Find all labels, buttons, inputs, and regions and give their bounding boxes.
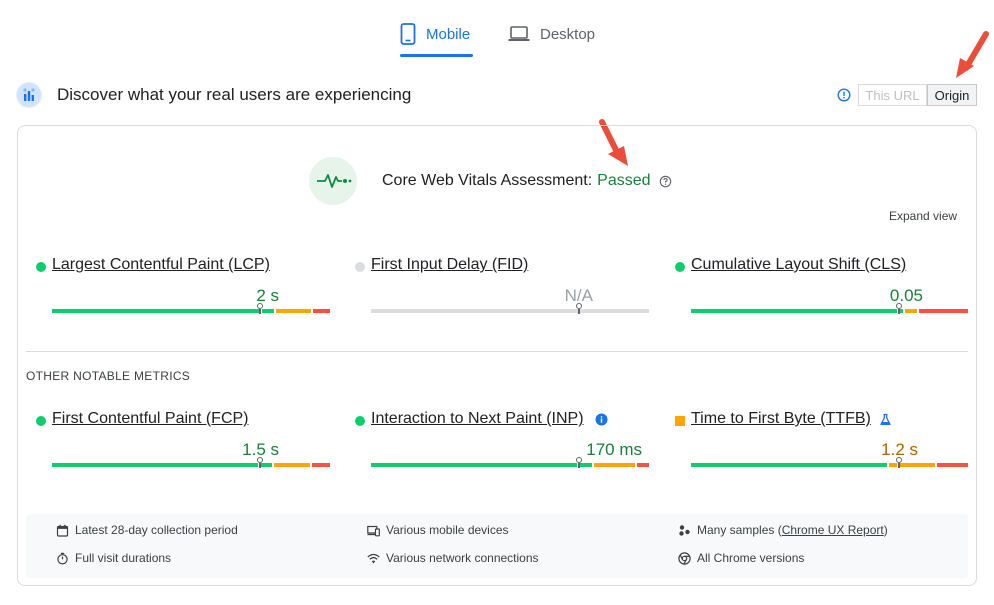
metric-fid: First Input Delay (FID) N/A [355,256,655,326]
metric-name[interactable]: Cumulative Layout Shift (CLS) [691,256,906,274]
devices-info: Various mobile devices [367,523,509,537]
distribution-bar [371,457,649,468]
laptop-icon [508,26,530,41]
distribution-bar [691,303,968,314]
wifi-icon [367,553,380,563]
status-square [675,416,685,426]
distribution-bar [52,303,330,314]
annotation-arrow-icon [956,31,989,78]
chrome-ux-report-link[interactable]: Chrome UX Report [782,523,884,537]
section-title: Discover what your real users are experi… [57,85,412,104]
distribution-bar [691,457,968,468]
samples-dots-icon [679,524,690,536]
tab-active-indicator [400,54,473,57]
metric-name[interactable]: Time to First Byte (TTFB) [691,410,871,428]
status-dot [675,262,685,272]
divider [26,351,968,352]
stopwatch-icon [57,552,68,565]
scope-this-url-button[interactable]: This URL [858,84,927,106]
chrome-icon [678,551,691,565]
metric-inp: Interaction to Next Paint (INP) 170 ms [355,410,655,480]
metric-name[interactable]: Largest Contentful Paint (LCP) [52,256,270,274]
assessment-label: Core Web Vitals Assessment: [382,172,593,189]
devices-icon [367,525,380,536]
lab-flask-icon [880,413,891,425]
tab-mobile[interactable]: Mobile [400,14,470,54]
metric-name[interactable]: First Contentful Paint (FCP) [52,410,249,428]
metric-name[interactable]: Interaction to Next Paint (INP) [371,410,584,428]
metric-lcp: Largest Contentful Paint (LCP) 2 s [36,256,336,326]
metric-value: 0.05 [889,286,923,305]
status-dot [36,416,46,426]
metric-value: 170 ms [586,440,642,459]
status-dot [36,262,46,272]
expand-view-button[interactable]: Expand view [889,209,957,223]
network-info: Various network connections [367,551,539,565]
help-icon[interactable] [659,175,672,188]
tab-desktop[interactable]: Desktop [508,14,595,54]
tab-mobile-label: Mobile [426,25,471,43]
visit-durations: Full visit durations [56,551,171,565]
status-dot [355,416,365,426]
collection-period: Latest 28-day collection period [56,523,238,537]
other-metrics-heading: OTHER NOTABLE METRICS [26,369,191,383]
status-dot [355,262,365,272]
distribution-bar [52,457,330,468]
users-chart-icon [16,82,42,108]
metric-cls: Cumulative Layout Shift (CLS) 0.05 [675,256,975,326]
vitals-pulse-icon [309,157,357,205]
assessment-status: Core Web Vitals Assessment: Passed [382,172,672,190]
chrome-versions-info: All Chrome versions [678,551,804,565]
assessment-result: Passed [597,172,651,189]
phone-icon [400,23,416,45]
samples-info: Many samples (Chrome UX Report) [678,523,888,537]
metric-name[interactable]: First Input Delay (FID) [371,256,528,274]
scope-origin-button[interactable]: Origin [927,84,977,106]
info-icon[interactable] [595,413,608,426]
tab-desktop-label: Desktop [540,25,596,43]
metric-fcp: First Contentful Paint (FCP) 1.5 s [36,410,336,480]
distribution-bar [371,303,649,314]
metric-ttfb: Time to First Byte (TTFB) 1.2 s [675,410,975,480]
info-icon[interactable] [837,88,851,102]
calendar-icon [56,524,69,537]
